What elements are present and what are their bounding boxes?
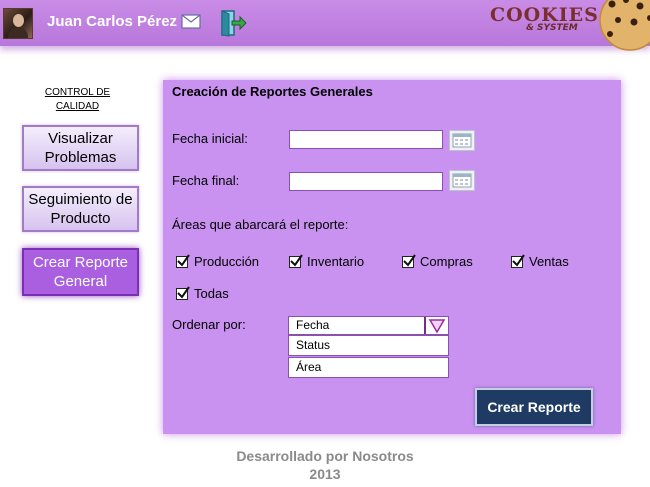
form-title: Creación de Reportes Generales (172, 84, 373, 99)
checkmark-icon (512, 253, 525, 267)
calendar-icon (452, 173, 472, 188)
checkbox-inventario[interactable]: Inventario (289, 253, 365, 269)
order-option-area[interactable]: Área (288, 357, 449, 378)
avatar-shoulders (8, 27, 28, 38)
checkbox-box[interactable] (289, 253, 303, 268)
footer-credit: Desarrollado por Nosotros (236, 448, 414, 464)
checkbox-label: Ventas (529, 254, 569, 269)
checkbox-box[interactable] (176, 253, 190, 268)
checkbox-label: Todas (194, 286, 229, 301)
sidebar-item-label: Crear Reporte (32, 254, 129, 271)
end-date-label: Fecha final: (172, 173, 240, 188)
sidebar-item-label: Producto (50, 210, 111, 227)
footer: Desarrollado por Nosotros 2013 (0, 447, 650, 483)
username: Juan Carlos Pérez (47, 13, 178, 30)
order-option-status[interactable]: Status (288, 335, 449, 356)
checkbox-label: Producción (194, 254, 260, 269)
cookies-system-logo: COOKIES & SYSTEM (490, 4, 598, 40)
avatar-face (13, 14, 24, 27)
sidebar-section-title[interactable]: CONTROL DE CALIDAD (20, 86, 135, 114)
checkbox-compras[interactable]: Compras (402, 253, 473, 269)
checkbox-produccion[interactable]: Producción (176, 253, 260, 269)
create-report-button[interactable]: Crear Reporte (475, 388, 593, 426)
checkbox-todas[interactable]: Todas (176, 285, 229, 301)
sidebar-item-seguimiento-producto[interactable]: Seguimiento de Producto (22, 186, 139, 232)
checkmark-icon (177, 253, 190, 267)
sidebar-item-label: Problemas (44, 149, 117, 166)
checkbox-label: Compras (420, 254, 473, 269)
user-avatar[interactable] (3, 8, 33, 39)
top-bar: Juan Carlos Pérez COOKIES & SYSTEM (0, 0, 650, 51)
checkmark-icon (177, 285, 190, 299)
checkbox-box[interactable] (176, 285, 190, 300)
start-date-calendar-button[interactable] (449, 130, 475, 151)
order-by-label: Ordenar por: (172, 317, 246, 332)
start-date-label: Fecha inicial: (172, 131, 248, 146)
areas-label: Áreas que abarcará el reporte: (172, 217, 349, 232)
order-by-select[interactable]: Fecha (288, 316, 449, 335)
checkmark-icon (290, 253, 303, 267)
checkbox-ventas[interactable]: Ventas (511, 253, 569, 269)
end-date-calendar-button[interactable] (449, 170, 475, 191)
sidebar-item-label: General (53, 273, 108, 290)
checkmark-icon (403, 253, 416, 267)
mail-icon[interactable] (181, 14, 201, 29)
sidebar-item-crear-reporte-general[interactable]: Crear Reporte General (22, 248, 139, 296)
sidebar-item-visualizar-problemas[interactable]: Visualizar Problemas (22, 125, 139, 171)
checkbox-box[interactable] (402, 253, 416, 268)
footer-year: 2013 (309, 466, 341, 482)
chevron-down-icon (428, 319, 446, 334)
sidebar-title-line1: CONTROL DE (44, 87, 111, 98)
checkbox-box[interactable] (511, 253, 525, 268)
calendar-icon (452, 133, 472, 148)
checkbox-label: Inventario (307, 254, 365, 269)
logo-sub-text: & SYSTEM (526, 23, 578, 33)
dropdown-toggle[interactable] (424, 317, 448, 334)
order-by-selected: Fecha (296, 318, 330, 332)
sidebar-item-label: Seguimiento de (28, 191, 133, 208)
sidebar-title-line2: CALIDAD (55, 101, 100, 112)
start-date-field[interactable] (289, 130, 443, 149)
exit-door-icon[interactable] (219, 9, 247, 37)
sidebar-item-label: Visualizar (48, 130, 113, 147)
end-date-field[interactable] (289, 172, 443, 191)
cookie-icon (599, 0, 650, 51)
